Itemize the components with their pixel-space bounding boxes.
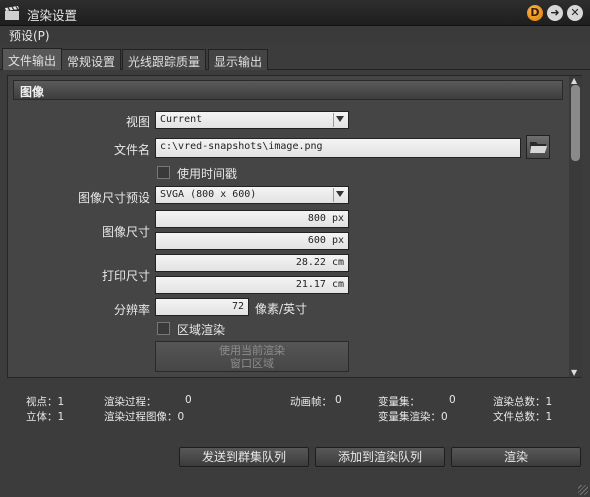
render-button[interactable]: 渲染	[451, 447, 581, 467]
timestamp-label: 使用时间戳	[177, 167, 238, 181]
clapperboard-icon	[5, 6, 19, 20]
region-render-label: 区域渲染	[177, 323, 226, 337]
select-separator	[333, 188, 334, 202]
stat-render-passes-value: 0	[185, 394, 192, 406]
image-size-label: 图像尺寸	[101, 225, 150, 239]
tab-raytracing[interactable]: 光线跟踪质量	[122, 49, 207, 70]
arrow-right-icon[interactable]: ➜	[547, 5, 563, 21]
tab-file-output[interactable]: 文件输出	[2, 48, 63, 70]
use-region-line1: 使用当前渲染	[219, 344, 285, 357]
close-icon[interactable]: ✕	[567, 5, 583, 21]
title-bar: 渲染设置 D ➜ ✕	[0, 0, 590, 26]
print-size-label: 打印尺寸	[101, 269, 150, 283]
use-region-line2: 窗口区域	[230, 357, 274, 370]
region-render-checkbox[interactable]	[157, 322, 170, 335]
stat-anim-frames-value: 0	[335, 394, 342, 406]
stat-variant-render: 变量集渲染：0	[378, 411, 448, 423]
render-stats: 视点：1 立体：1 渲染过程： 0 渲染过程图像：0 动画帧： 0 变量集： 0…	[0, 390, 590, 430]
tab-display-output[interactable]: 显示输出	[208, 49, 269, 70]
folder-icon	[530, 142, 547, 153]
filename-input[interactable]: c:\vred-snapshots\image.png	[155, 138, 521, 158]
view-label: 视图	[125, 115, 150, 129]
stat-viewpoints: 视点：1	[26, 396, 65, 408]
dpi-label: 分辨率	[113, 303, 150, 317]
size-preset-value: SVGA (800 x 600)	[160, 189, 257, 200]
size-preset-select[interactable]: SVGA (800 x 600)	[155, 186, 349, 204]
stat-total-renders: 渲染总数：1	[493, 396, 553, 408]
chevron-down-icon	[336, 191, 344, 197]
menu-preset[interactable]: 预设(P)	[9, 27, 50, 44]
filename-value: c:\vred-snapshots\image.png	[160, 141, 323, 152]
scroll-down-icon[interactable]: ▼	[571, 368, 577, 377]
stat-total-files: 文件总数：1	[493, 411, 553, 423]
window-title: 渲染设置	[27, 8, 78, 23]
dpi-input[interactable]: 72	[155, 298, 249, 316]
resize-grip[interactable]	[578, 485, 588, 495]
size-preset-label: 图像尺寸预设	[77, 191, 150, 205]
section-image-header[interactable]: 图像	[13, 80, 563, 100]
print-height-input[interactable]: 21.17 cm	[155, 276, 349, 294]
scroll-up-icon[interactable]: ▲	[571, 76, 577, 85]
width-input[interactable]: 800 px	[155, 210, 349, 228]
print-width-input[interactable]: 28.22 cm	[155, 254, 349, 272]
browse-folder-button[interactable]	[526, 135, 550, 159]
d-badge-button[interactable]: D	[527, 5, 543, 21]
vertical-scrollbar[interactable]: ▲ ▼	[569, 76, 582, 377]
tab-general[interactable]: 常规设置	[61, 49, 122, 70]
stat-pass-images: 渲染过程图像：0	[104, 411, 185, 423]
add-to-queue-button[interactable]: 添加到渲染队列	[315, 447, 445, 467]
stat-anim-frames: 动画帧：	[290, 396, 332, 408]
tab-bar: 文件输出 常规设置 光线跟踪质量 显示输出	[0, 48, 590, 70]
timestamp-checkbox[interactable]	[157, 166, 170, 179]
height-input[interactable]: 600 px	[155, 232, 349, 250]
view-select-value: Current	[160, 114, 203, 125]
chevron-down-icon	[336, 116, 344, 122]
stat-variant-sets-value: 0	[449, 394, 456, 406]
stat-stereo: 立体：1	[26, 411, 65, 423]
scroll-thumb[interactable]	[571, 85, 580, 161]
use-current-region-button[interactable]: 使用当前渲染 窗口区域	[155, 341, 349, 372]
settings-panel: 图像 视图 Current 文件名 c:\vred-snapshots\imag…	[7, 75, 582, 378]
select-separator	[333, 113, 334, 127]
send-to-cluster-button[interactable]: 发送到群集队列	[179, 447, 309, 467]
stat-render-passes: 渲染过程：	[104, 396, 157, 408]
menu-bar: 预设(P)	[0, 26, 590, 44]
filename-label: 文件名	[113, 143, 150, 157]
view-select[interactable]: Current	[155, 111, 349, 129]
dpi-unit-label: 像素/英寸	[255, 302, 308, 316]
stat-variant-sets: 变量集：	[378, 396, 420, 408]
